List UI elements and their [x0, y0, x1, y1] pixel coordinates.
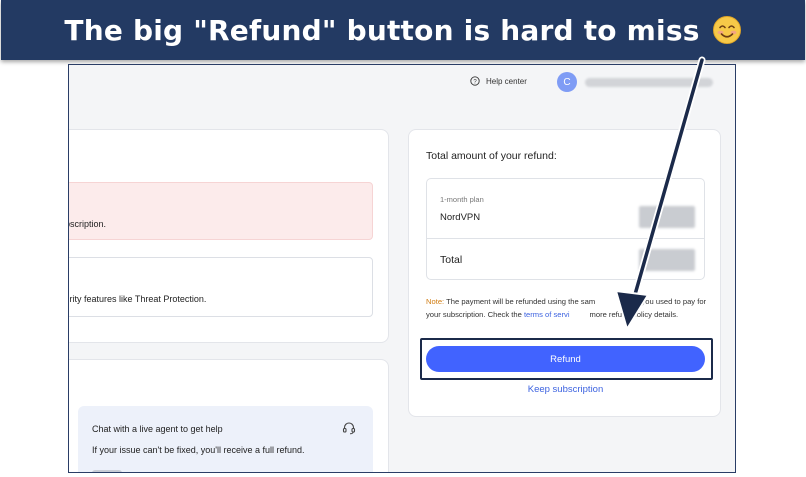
warning-alert: s ubscription.	[69, 182, 373, 240]
terms-of-service-link[interactable]: terms of servi	[524, 310, 570, 319]
refund-heading: Total amount of your refund:	[426, 150, 557, 162]
plan-name: NordVPN	[440, 212, 481, 223]
banner-title: The big "Refund" button is hard to miss	[64, 13, 700, 47]
keep-subscription-link[interactable]: Keep subscription	[409, 384, 722, 395]
refund-button[interactable]: Refund	[426, 346, 705, 372]
account-email-redacted	[585, 78, 713, 87]
note-label: Note:	[426, 297, 445, 306]
feature-text: curity features like Threat Protection.	[68, 294, 207, 304]
note-text-3: more refund policy details.	[589, 309, 679, 319]
total-label: Total	[440, 254, 463, 266]
feature-info-box: curity features like Threat Protection.	[68, 257, 373, 317]
chat-subtitle: If your issue can't be fixed, you'll rec…	[92, 445, 305, 455]
help-center-link[interactable]: ? Help center	[470, 76, 527, 86]
smiling-face-emoji-icon	[712, 15, 742, 45]
divider	[427, 238, 704, 239]
annotation-banner: The big "Refund" button is hard to miss	[1, 0, 805, 60]
avatar[interactable]: C	[557, 72, 577, 92]
chat-title: Chat with a live agent to get help	[92, 424, 223, 434]
plan-label: 1-month plan	[440, 195, 484, 204]
refund-summary-card: Total amount of your refund: 1-month pla…	[408, 129, 721, 417]
refund-breakdown: 1-month plan NordVPN Total	[426, 178, 705, 280]
chat-extra-line	[92, 470, 122, 472]
live-chat-option[interactable]: Chat with a live agent to get help If yo…	[78, 406, 373, 472]
note-text-1: The payment will be refunded using the s…	[446, 297, 596, 306]
headset-icon	[342, 422, 356, 435]
help-center-label: Help center	[486, 76, 527, 86]
help-circle-icon: ?	[470, 76, 480, 86]
top-bar: ? Help center C	[69, 65, 735, 105]
total-amount-redacted	[639, 249, 695, 271]
refund-note: Note: The payment will be refunded using…	[426, 296, 708, 321]
alert-text-line2: ubscription.	[69, 219, 107, 229]
support-card: Chat with a live agent to get help If yo…	[69, 359, 389, 472]
cancellation-info-card: s ubscription. curity features like Thre…	[68, 129, 389, 343]
screenshot-frame: ? Help center C s ubscription. curity fe…	[68, 64, 736, 473]
plan-amount-redacted	[639, 206, 695, 228]
